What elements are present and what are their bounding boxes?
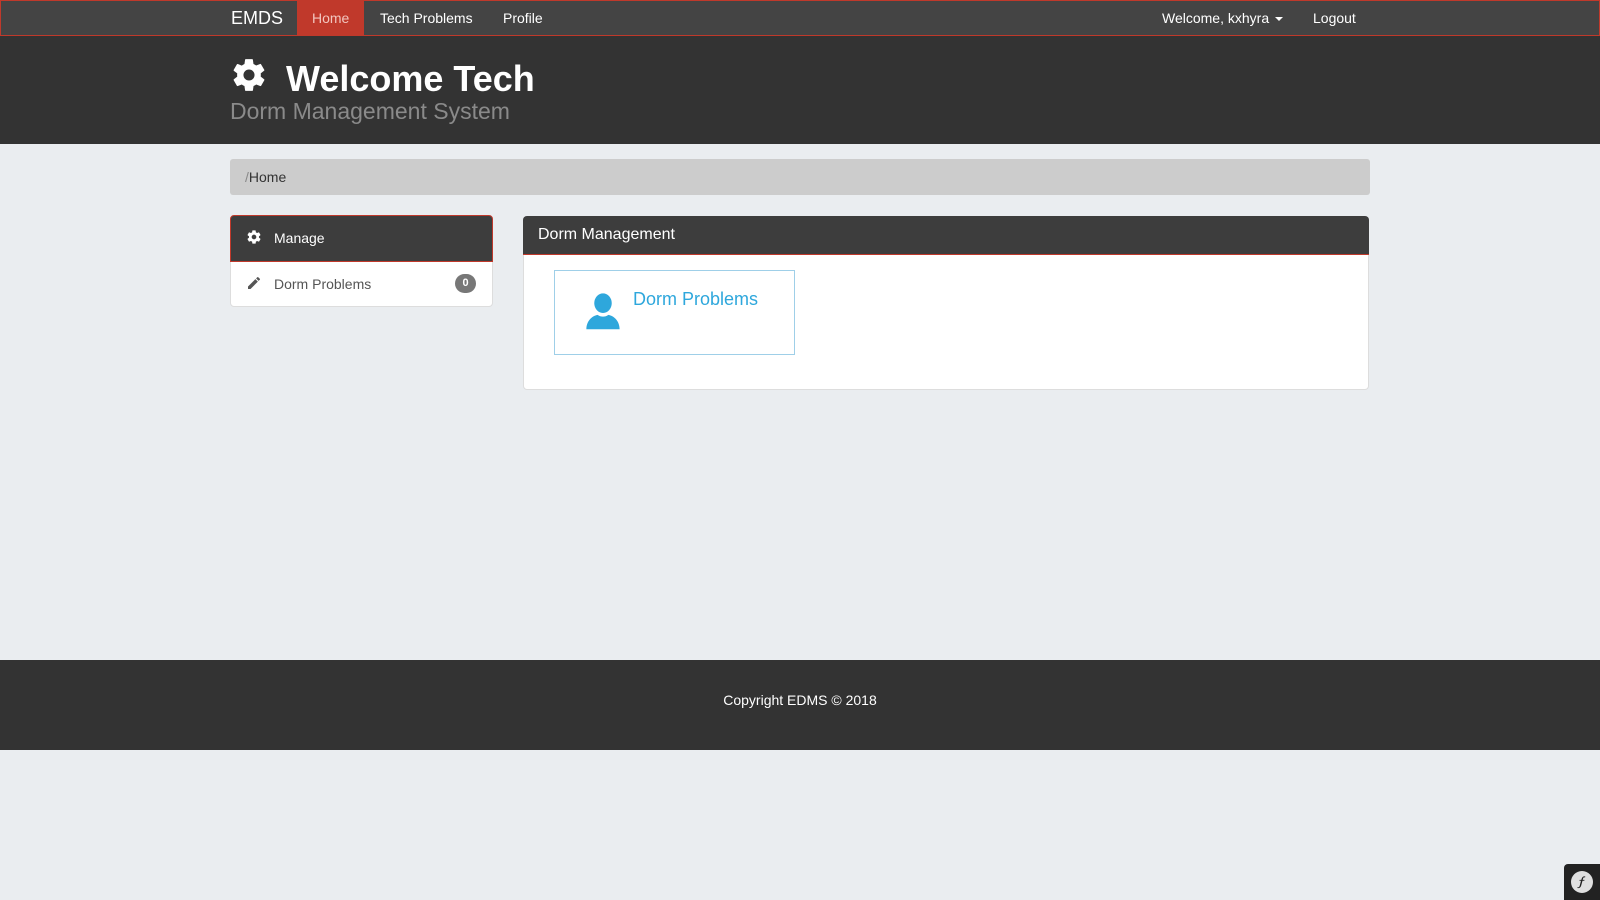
main-panel: Dorm Management Dorm Problems: [523, 216, 1369, 390]
brand-logo[interactable]: EMDS: [231, 1, 283, 35]
count-badge: 0: [455, 274, 476, 293]
nav-home[interactable]: Home: [297, 1, 365, 35]
sidebar-item-label: Dorm Problems: [274, 276, 372, 292]
gear-icon: [230, 56, 268, 99]
sidebar-heading-label: Manage: [274, 230, 325, 246]
page-subtitle: Dorm Management System: [230, 98, 510, 124]
user-menu-dropdown[interactable]: Welcome, kxhyra: [1147, 1, 1298, 35]
pencil-icon: [246, 275, 262, 296]
page-footer: Copyright EDMS © 2018: [0, 660, 1600, 750]
sidebar-panel: Manage Dorm Problems 0: [230, 215, 493, 307]
main-panel-heading: Dorm Management: [523, 216, 1369, 255]
user-menu-label: Welcome, kxhyra: [1162, 10, 1270, 26]
copyright-text: Copyright EDMS © 2018: [723, 692, 877, 708]
sidebar-item-dorm-problems[interactable]: Dorm Problems 0: [231, 262, 492, 306]
nav-profile[interactable]: Profile: [488, 1, 558, 35]
page-header: Welcome Tech Dorm Management System: [0, 36, 1600, 144]
top-navbar: EMDS Home Tech Problems Profile Welcome,…: [0, 0, 1600, 36]
dorm-problems-tile[interactable]: Dorm Problems: [554, 270, 795, 355]
sidebar-heading: Manage: [230, 215, 493, 262]
caret-down-icon: [1275, 17, 1284, 22]
breadcrumb: /Home: [230, 159, 1370, 195]
nav-tech-problems[interactable]: Tech Problems: [365, 1, 488, 35]
user-icon: [582, 289, 624, 336]
logout-link[interactable]: Logout: [1298, 1, 1371, 35]
gear-icon: [246, 229, 262, 250]
main-panel-title: Dorm Management: [538, 226, 675, 243]
debug-toolbar-toggle[interactable]: [1564, 864, 1600, 900]
breadcrumb-current: Home: [248, 169, 287, 185]
tile-label: Dorm Problems: [633, 289, 759, 309]
symfony-logo-icon: [1570, 870, 1594, 899]
page-title: Welcome Tech: [286, 58, 535, 99]
